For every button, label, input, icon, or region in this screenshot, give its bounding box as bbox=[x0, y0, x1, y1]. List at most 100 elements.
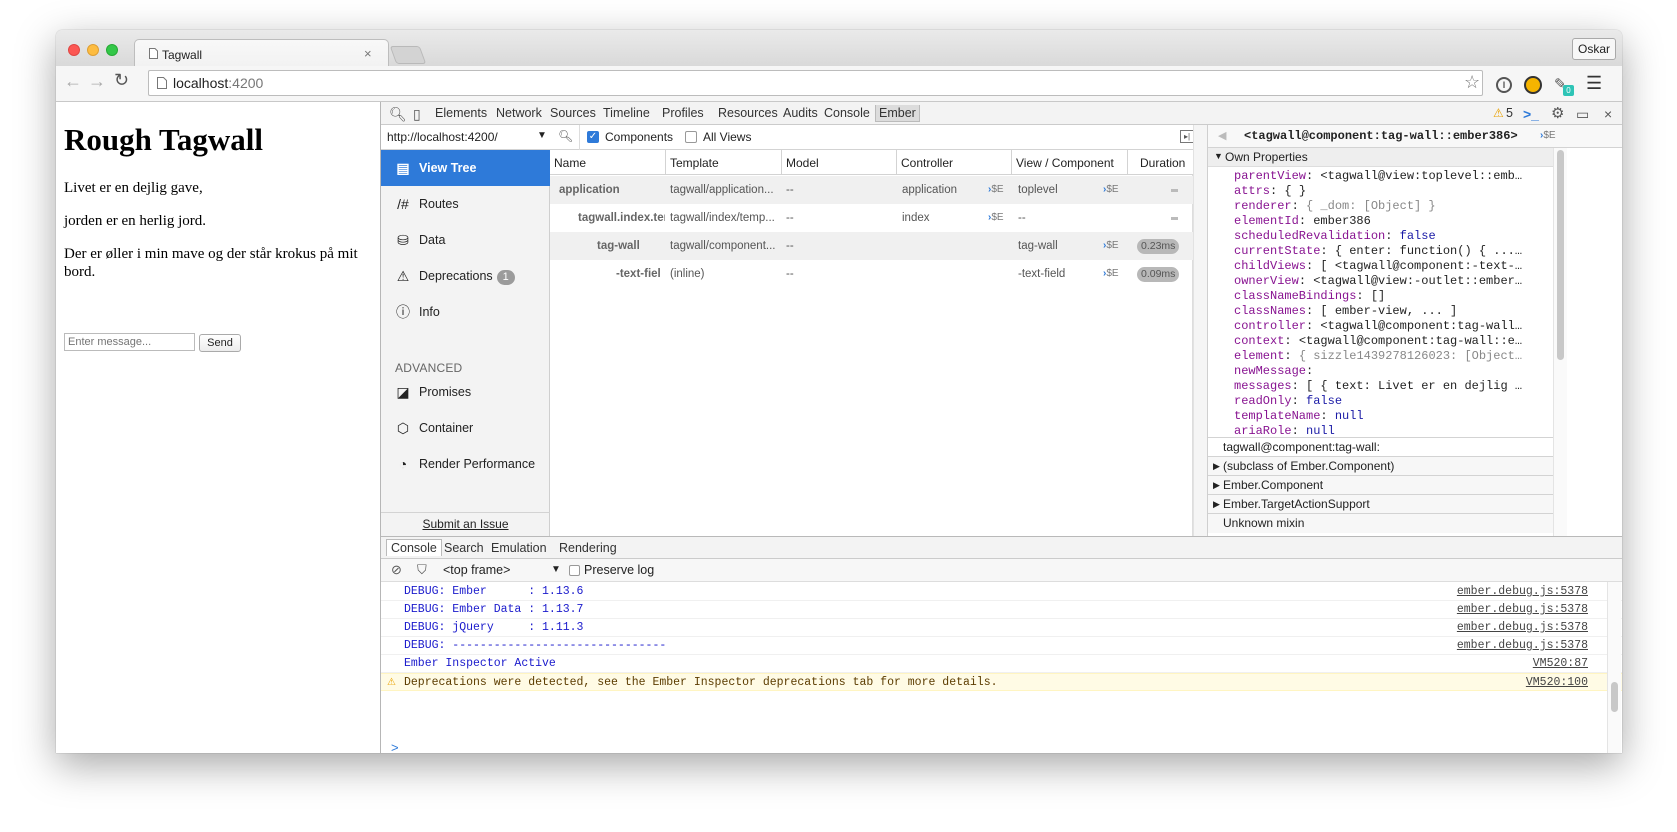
reload-icon[interactable]: ↻ bbox=[114, 70, 129, 91]
property-value[interactable]: null bbox=[1335, 409, 1364, 423]
sidebar-item-data[interactable]: ⛁ Data bbox=[381, 222, 550, 258]
profile-button[interactable]: Oskar bbox=[1572, 38, 1616, 60]
message-input[interactable] bbox=[64, 333, 195, 351]
search-icon[interactable]: 🔍︎ bbox=[558, 129, 573, 143]
property-row[interactable]: childViews: [ <tagwall@component:-text-… bbox=[1234, 259, 1554, 274]
property-row[interactable]: newMessage: bbox=[1234, 364, 1554, 379]
device-mode-icon[interactable]: ▯ bbox=[413, 106, 421, 123]
mixin-item[interactable]: ▶ Ember.TargetActionSupport bbox=[1208, 494, 1553, 514]
tab-profiles[interactable]: Profiles bbox=[662, 106, 704, 120]
column-view-component[interactable]: View / Component bbox=[1016, 156, 1114, 170]
inspector-scrollbar[interactable] bbox=[1553, 148, 1567, 536]
tab-network[interactable]: Network bbox=[496, 106, 542, 120]
new-tab-button[interactable] bbox=[389, 46, 427, 64]
property-value[interactable]: { sizzle1439278126023: [Object… bbox=[1299, 349, 1522, 363]
console-scrollbar[interactable] bbox=[1607, 582, 1621, 753]
property-value[interactable]: null bbox=[1306, 424, 1335, 438]
extension-icon[interactable] bbox=[1524, 76, 1542, 94]
property-row[interactable]: context: <tagwall@component:tag-wall::e… bbox=[1234, 334, 1554, 349]
view-tree-scrollbar[interactable] bbox=[1193, 125, 1207, 536]
drawer-tab-console[interactable]: Console bbox=[386, 539, 442, 556]
column-controller[interactable]: Controller bbox=[901, 156, 953, 170]
menu-icon[interactable]: ☰ bbox=[1586, 73, 1602, 94]
tab-audits[interactable]: Audits bbox=[783, 106, 818, 120]
extension-info-icon[interactable]: I bbox=[1496, 77, 1512, 93]
send-to-console-button[interactable]: ›$E bbox=[1103, 240, 1119, 251]
send-to-console-button[interactable]: ›$E bbox=[988, 184, 1004, 195]
send-to-console-button[interactable]: ›$E bbox=[1540, 130, 1556, 141]
tab-sources[interactable]: Sources bbox=[550, 106, 596, 120]
sidebar-item-deprecations[interactable]: ⚠ Deprecations 1 bbox=[381, 258, 550, 294]
back-arrow-icon[interactable]: ◀ bbox=[1218, 129, 1226, 142]
property-value[interactable]: [ <tagwall@component:-text-… bbox=[1320, 259, 1522, 273]
tab-elements[interactable]: Elements bbox=[435, 106, 487, 120]
console-source-link[interactable]: ember.debug.js:5378 bbox=[1457, 601, 1588, 619]
tab-close-icon[interactable]: × bbox=[364, 46, 372, 61]
property-row[interactable]: scheduledRevalidation: false bbox=[1234, 229, 1554, 244]
property-value[interactable]: <tagwall@component:tag-wall… bbox=[1320, 319, 1522, 333]
property-row[interactable]: messages: [ { text: Livet er en dejlig … bbox=[1234, 379, 1554, 394]
settings-gear-icon[interactable]: ⚙ bbox=[1551, 104, 1564, 122]
back-icon[interactable]: ← bbox=[64, 71, 82, 92]
tab-ember[interactable]: Ember bbox=[875, 105, 920, 122]
column-template[interactable]: Template bbox=[670, 156, 719, 170]
property-row[interactable]: renderer: { _dom: [Object] } bbox=[1234, 199, 1554, 214]
console-source-link[interactable]: ember.debug.js:5378 bbox=[1457, 583, 1588, 601]
console-source-link[interactable]: VM520:87 bbox=[1533, 655, 1588, 673]
toggle-inspector-icon[interactable]: ▸| bbox=[1180, 130, 1194, 143]
property-value[interactable]: <tagwall@view:-outlet::ember… bbox=[1313, 274, 1522, 288]
sidebar-item-render-performance[interactable]: ◔ Render Performance bbox=[381, 446, 550, 482]
drawer-tab-rendering[interactable]: Rendering bbox=[559, 541, 617, 555]
submit-issue-link[interactable]: Submit an Issue bbox=[381, 512, 550, 536]
property-value[interactable]: { } bbox=[1284, 184, 1306, 198]
column-duration[interactable]: Duration bbox=[1140, 156, 1185, 170]
mixin-item[interactable]: Unknown mixin bbox=[1208, 513, 1553, 533]
console-drawer-icon[interactable]: >_ bbox=[1523, 106, 1539, 122]
column-name[interactable]: Name bbox=[554, 156, 586, 170]
tab-resources[interactable]: Resources bbox=[718, 106, 778, 120]
dock-side-icon[interactable]: ▭ bbox=[1576, 106, 1589, 123]
property-value[interactable]: ember386 bbox=[1313, 214, 1371, 228]
property-row[interactable]: element: { sizzle1439278126023: [Object… bbox=[1234, 349, 1554, 364]
property-row[interactable]: classNames: [ ember-view, ... ] bbox=[1234, 304, 1554, 319]
ember-extension-icon[interactable]: ✎ 0 bbox=[1554, 75, 1574, 96]
zoom-window-button[interactable] bbox=[106, 44, 118, 56]
table-row[interactable]: tag-wall tagwall/component... -- tag-wal… bbox=[550, 232, 1193, 260]
property-value[interactable]: { enter: function() { ...… bbox=[1335, 244, 1522, 258]
url-select[interactable]: http://localhost:4200/ ▼ bbox=[381, 125, 550, 150]
property-row[interactable]: parentView: <tagwall@view:toplevel::emb… bbox=[1234, 169, 1554, 184]
send-to-console-button[interactable]: ›$E bbox=[1103, 268, 1119, 279]
close-window-button[interactable] bbox=[68, 44, 80, 56]
table-row[interactable]: tagwall.index.ten tagwall/index/temp... … bbox=[550, 204, 1193, 232]
send-to-console-button[interactable]: ›$E bbox=[988, 212, 1004, 223]
sidebar-item-view-tree[interactable]: ▤ View Tree bbox=[381, 150, 550, 186]
property-row[interactable]: readOnly: false bbox=[1234, 394, 1554, 409]
address-bar[interactable] bbox=[148, 70, 1483, 96]
console-source-link[interactable]: ember.debug.js:5378 bbox=[1457, 619, 1588, 637]
property-row[interactable]: classNameBindings: [] bbox=[1234, 289, 1554, 304]
property-value[interactable]: [ ember-view, ... ] bbox=[1320, 304, 1457, 318]
property-row[interactable]: attrs: { } bbox=[1234, 184, 1554, 199]
table-row[interactable]: application tagwall/application... -- ap… bbox=[550, 176, 1193, 204]
own-properties-header[interactable]: ▼ Own Properties bbox=[1208, 148, 1553, 167]
send-button[interactable]: Send bbox=[199, 334, 241, 352]
all-views-checkbox[interactable] bbox=[685, 131, 697, 143]
filter-icon[interactable]: ⛉ bbox=[417, 562, 427, 578]
sidebar-item-promises[interactable]: ◪ Promises bbox=[381, 374, 550, 410]
preserve-log-checkbox[interactable] bbox=[569, 565, 580, 576]
property-row[interactable]: templateName: null bbox=[1234, 409, 1554, 424]
tab-console[interactable]: Console bbox=[824, 106, 870, 120]
property-row[interactable]: currentState: { enter: function() { ...… bbox=[1234, 244, 1554, 259]
mixin-item[interactable]: ▶ (subclass of Ember.Component) bbox=[1208, 456, 1553, 476]
sidebar-item-container[interactable]: ⬡ Container bbox=[381, 410, 550, 446]
bookmark-star-icon[interactable]: ☆ bbox=[1464, 72, 1480, 93]
search-icon[interactable]: 🔍︎ bbox=[389, 106, 407, 123]
sidebar-item-routes[interactable]: /# Routes bbox=[381, 186, 550, 222]
frame-select[interactable]: <top frame> bbox=[443, 563, 510, 577]
mixin-item[interactable]: ▶ Ember.Component bbox=[1208, 475, 1553, 495]
send-to-console-button[interactable]: ›$E bbox=[1103, 184, 1119, 195]
property-value[interactable]: [] bbox=[1371, 289, 1385, 303]
column-model[interactable]: Model bbox=[786, 156, 819, 170]
property-value[interactable]: <tagwall@view:toplevel::emb… bbox=[1320, 169, 1522, 183]
close-devtools-icon[interactable]: × bbox=[1604, 106, 1612, 122]
